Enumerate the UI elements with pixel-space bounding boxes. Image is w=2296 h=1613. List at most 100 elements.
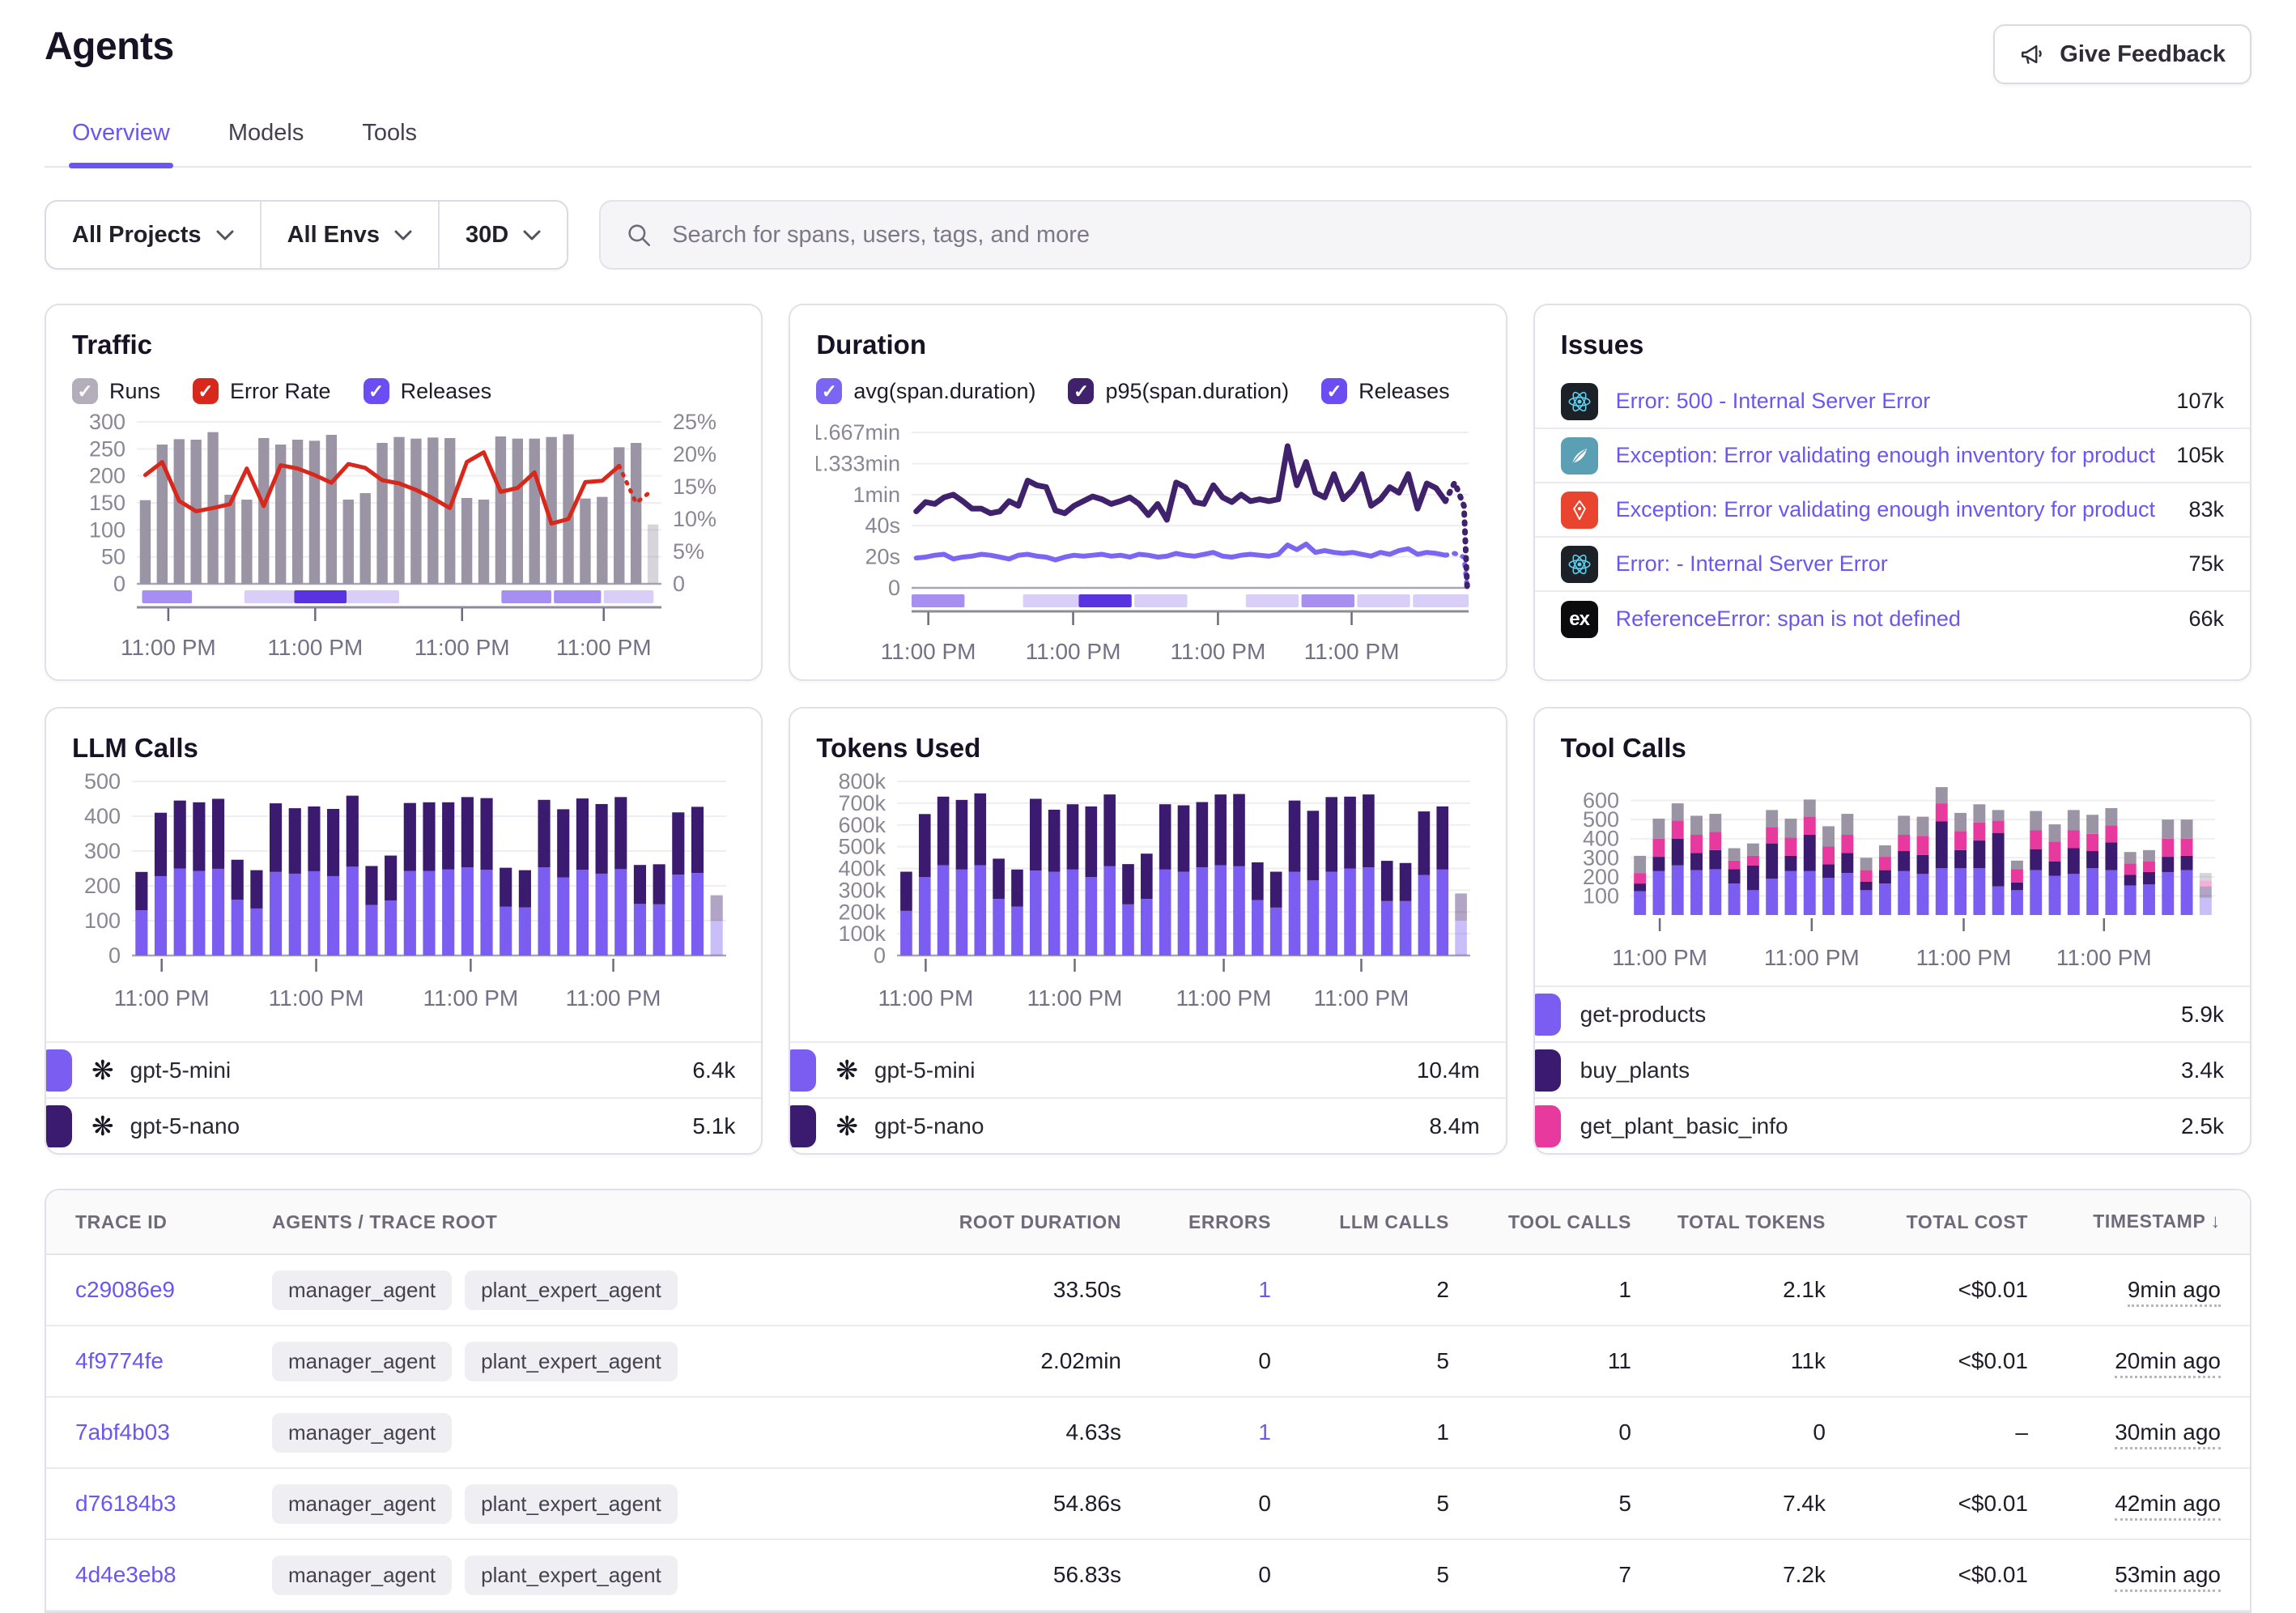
traffic-legend-item[interactable]: ✓Releases [364, 378, 492, 404]
date-range-filter-button[interactable]: 30D [440, 202, 567, 268]
search-input[interactable] [670, 221, 2226, 249]
tab-tools[interactable]: Tools [359, 120, 420, 166]
traffic-legend-item[interactable]: ✓Runs [72, 378, 160, 404]
issue-link[interactable]: Exception: Error validating enough inven… [1616, 443, 2159, 468]
trace-id-link[interactable]: 4f9774fe [75, 1348, 164, 1373]
projects-filter-button[interactable]: All Projects [46, 202, 261, 268]
checkbox-checked-icon[interactable]: ✓ [72, 378, 98, 404]
agent-chip[interactable]: manager_agent [272, 1270, 452, 1310]
issue-link[interactable]: Exception: Error validating enough inven… [1616, 497, 2171, 522]
agent-chip[interactable]: plant_expert_agent [465, 1484, 678, 1524]
errors-link[interactable]: 1 [1258, 1419, 1271, 1445]
tool-calls-cell: 11 [1469, 1348, 1651, 1374]
trace-id-link[interactable]: d76184b3 [75, 1491, 176, 1516]
checkbox-checked-icon[interactable]: ✓ [1068, 378, 1094, 404]
svg-text:800k: 800k [839, 772, 887, 794]
llm-calls-chart[interactable]: 010020030040050011:00 PM11:00 PM11:00 PM… [72, 772, 735, 1026]
svg-text:11:00 PM: 11:00 PM [415, 635, 510, 660]
cards-grid: Traffic ✓Runs✓Error Rate✓Releases 050100… [45, 304, 2251, 1155]
column-header-total-tokens[interactable]: Total Tokens [1651, 1211, 1845, 1233]
tool-calls-chart[interactable]: 10020030040050060011:00 PM11:00 PM11:00 … [1561, 772, 2224, 985]
duration-legend-item[interactable]: ✓p95(span.duration) [1068, 378, 1289, 404]
tab-models[interactable]: Models [225, 120, 308, 166]
llm-legend-row[interactable]: ❋gpt-5-nano5.1k [46, 1097, 761, 1153]
agent-chip[interactable]: manager_agent [272, 1413, 452, 1453]
timestamp-link[interactable]: 30min ago [2115, 1419, 2221, 1449]
checkbox-checked-icon[interactable]: ✓ [816, 378, 842, 404]
pen-icon [1561, 492, 1598, 529]
issues-card-title: Issues [1561, 330, 2224, 360]
column-header-agents-trace-root[interactable]: Agents / Trace Root [253, 1211, 882, 1233]
duration-legend-item[interactable]: ✓avg(span.duration) [816, 378, 1035, 404]
tab-overview[interactable]: Overview [69, 120, 173, 166]
llm-legend-row[interactable]: ❋gpt-5-mini6.4k [46, 1041, 761, 1097]
agent-chip[interactable]: plant_expert_agent [465, 1556, 678, 1595]
svg-text:0: 0 [673, 572, 685, 596]
column-header-tool-calls[interactable]: Tool Calls [1469, 1211, 1651, 1233]
duration-chart[interactable]: 020s40s1min1.333min1.667min11:00 PM11:00… [816, 412, 1479, 679]
tool-calls-cell: 7 [1469, 1562, 1651, 1588]
envs-filter-button[interactable]: All Envs [261, 202, 440, 268]
checkbox-checked-icon[interactable]: ✓ [364, 378, 389, 404]
trace-id-link[interactable]: 4d4e3eb8 [75, 1562, 176, 1587]
issue-row[interactable]: Error: 500 - Internal Server Error 107k [1535, 375, 2250, 429]
tools-legend-row[interactable]: buy_plants3.4k [1535, 1041, 2250, 1097]
search-bar[interactable] [599, 200, 2251, 270]
trace-id-link[interactable]: c29086e9 [75, 1277, 175, 1302]
issue-row[interactable]: Exception: Error validating enough inven… [1535, 483, 2250, 538]
column-header-trace-id[interactable]: Trace ID [46, 1211, 253, 1233]
traffic-legend-item[interactable]: ✓Error Rate [193, 378, 331, 404]
column-header-llm-calls[interactable]: LLM Calls [1290, 1211, 1469, 1233]
issue-link[interactable]: Error: - Internal Server Error [1616, 551, 2171, 577]
traffic-chart[interactable]: 05010015020025030005%10%15%20%25%11:00 P… [72, 412, 735, 675]
duration-legend-item[interactable]: ✓Releases [1321, 378, 1450, 404]
llm-calls-legend: ❋gpt-5-mini6.4k❋gpt-5-nano5.1k [46, 1041, 761, 1153]
agent-chip[interactable]: manager_agent [272, 1342, 452, 1381]
tools-legend-row[interactable]: get-products5.9k [1535, 985, 2250, 1041]
issue-row[interactable]: exReferenceError: span is not defined66k [1535, 592, 2250, 646]
timestamp-link[interactable]: 53min ago [2115, 1562, 2221, 1592]
issue-row[interactable]: Error: - Internal Server Error75k [1535, 538, 2250, 592]
svg-text:11:00 PM: 11:00 PM [566, 985, 661, 1011]
svg-text:0: 0 [874, 943, 886, 968]
agent-chip[interactable]: manager_agent [272, 1484, 452, 1524]
column-header-errors[interactable]: Errors [1141, 1211, 1290, 1233]
duration-legend: ✓avg(span.duration) ✓p95(span.duration) ✓R… [816, 378, 1479, 404]
chevron-down-icon [216, 230, 234, 240]
tokens-used-chart[interactable]: 0100k200k300k400k500k600k700k800k11:00 P… [816, 772, 1479, 1026]
agents-cell: manager_agent [253, 1413, 882, 1453]
agent-chips: manager_agent plant_expert_agent [272, 1484, 862, 1524]
total-tokens-cell: 0 [1651, 1419, 1845, 1445]
tokens-legend-row[interactable]: ❋gpt-5-nano8.4m [790, 1097, 1505, 1153]
agent-chip[interactable]: manager_agent [272, 1556, 452, 1595]
checkbox-checked-icon[interactable]: ✓ [193, 378, 219, 404]
svg-text:300: 300 [89, 412, 125, 434]
svg-text:11:00 PM: 11:00 PM [878, 985, 974, 1011]
give-feedback-button[interactable]: Give Feedback [1993, 24, 2251, 84]
column-header-timestamp[interactable]: Timestamp↓ [2047, 1211, 2250, 1233]
total-cost-cell: <$0.01 [1845, 1348, 2047, 1374]
agent-chip[interactable]: plant_expert_agent [465, 1270, 678, 1310]
issue-count: 107k [2176, 389, 2224, 414]
issue-link[interactable]: ReferenceError: span is not defined [1616, 606, 2171, 632]
svg-text:0: 0 [888, 576, 900, 600]
tokens-legend-row[interactable]: ❋gpt-5-mini10.4m [790, 1041, 1505, 1097]
agent-chip[interactable]: plant_expert_agent [465, 1342, 678, 1381]
checkbox-checked-icon[interactable]: ✓ [1321, 378, 1347, 404]
llm-series-value: 5.1k [692, 1113, 735, 1139]
svg-text:11:00 PM: 11:00 PM [1171, 639, 1266, 664]
issue-row[interactable]: Exception: Error validating enough inven… [1535, 429, 2250, 483]
column-header-total-cost[interactable]: Total Cost [1845, 1211, 2047, 1233]
timestamp-link[interactable]: 20min ago [2115, 1348, 2221, 1378]
column-header-root-duration[interactable]: Root Duration [882, 1211, 1141, 1233]
svg-text:25%: 25% [673, 412, 716, 434]
tools-legend-row[interactable]: get_plant_basic_info2.5k [1535, 1097, 2250, 1153]
traces-table: Trace IDAgents / Trace RootRoot Duration… [45, 1189, 2251, 1613]
timestamp-link[interactable]: 9min ago [2128, 1277, 2221, 1307]
series-color-swatch [1533, 994, 1561, 1036]
table-row: c29086e9manager_agentplant_expert_agent3… [46, 1255, 2250, 1326]
trace-id-link[interactable]: 7abf4b03 [75, 1419, 170, 1445]
issue-link[interactable]: Error: 500 - Internal Server Error [1616, 389, 2159, 414]
errors-link[interactable]: 1 [1258, 1277, 1271, 1302]
llm-calls-card: LLM Calls 010020030040050011:00 PM11:00 … [45, 707, 763, 1155]
